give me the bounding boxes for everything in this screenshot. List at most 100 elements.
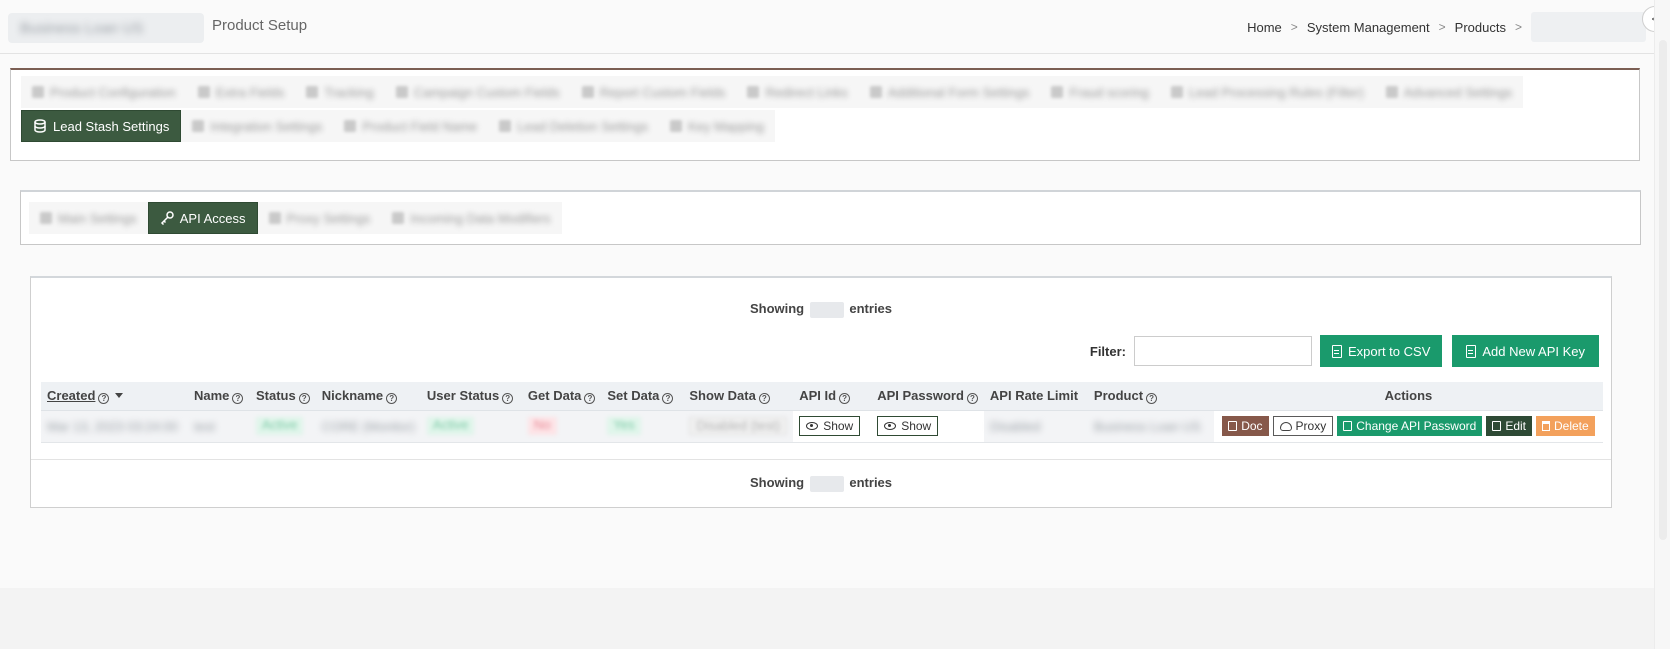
col-api-rate-limit-label: API Rate Limit	[989, 388, 1079, 404]
product-setup-tabs: Product Configuration Extra Fields Trackin…	[10, 68, 1640, 161]
tab-icon	[1170, 86, 1183, 98]
filter-row: Filter: Export to CSV Add New API Key	[1090, 335, 1599, 367]
tab-tracking[interactable]: Tracking	[295, 76, 385, 108]
file-icon	[1332, 344, 1342, 358]
tab-key-mapping[interactable]: Key Mapping	[659, 110, 775, 142]
tab-label: Fraud scoring	[1069, 84, 1149, 100]
help-icon[interactable]: ?	[232, 392, 244, 404]
col-show-data-label: Show Data	[689, 387, 756, 403]
tab-icon	[32, 86, 44, 98]
tab-lead-deletion-settings[interactable]: Lead Deletion Settings	[488, 110, 660, 142]
tab-redirect-links[interactable]: Redirect Links	[736, 76, 859, 108]
col-get-data: Get Data?	[521, 382, 602, 411]
status-badge: Active	[256, 417, 304, 435]
change-api-password-button[interactable]: Change API Password	[1337, 416, 1483, 436]
cell-api-id: Show	[793, 410, 872, 443]
cell-product: Business Loan US	[1087, 410, 1214, 443]
subtab-main-settings[interactable]: Main Settings	[29, 202, 148, 234]
delete-button[interactable]: Delete	[1536, 416, 1595, 436]
tab-lead-processing-rules-filter[interactable]: Lead Processing Rules (Filter)	[1159, 76, 1375, 108]
help-icon[interactable]: ?	[584, 392, 596, 404]
tab-icon	[747, 86, 760, 98]
help-icon[interactable]: ?	[1146, 392, 1158, 404]
add-api-key-button[interactable]: Add New API Key	[1452, 335, 1599, 367]
breadcrumb-home[interactable]: Home	[1247, 20, 1282, 35]
change-api-password-label: Change API Password	[1356, 419, 1477, 433]
help-icon[interactable]: ?	[386, 392, 398, 404]
show-api-password-button[interactable]: Show	[877, 416, 939, 436]
tab-campaign-custom-fields[interactable]: Campaign Custom Fields	[384, 76, 571, 108]
tab-label: Lead Deletion Settings	[517, 118, 649, 134]
showing-prefix: Showing	[749, 475, 805, 490]
tab-report-custom-fields[interactable]: Report Custom Fields	[570, 76, 737, 108]
col-created-label[interactable]: Created	[47, 388, 95, 403]
show-api-id-label: Show	[823, 419, 854, 433]
help-icon[interactable]: ?	[662, 392, 674, 404]
subtab-proxy-settings[interactable]: Proxy Settings	[257, 202, 382, 234]
filter-label: Filter:	[1089, 343, 1126, 359]
tab-additional-form-settings[interactable]: Additional Form Settings	[858, 76, 1041, 108]
page-title: Product Setup	[212, 17, 308, 34]
col-created[interactable]: Created?	[41, 382, 188, 411]
eye-icon	[806, 422, 819, 430]
tab-label: Lead Stash Settings	[53, 118, 170, 134]
page-scrollbar[interactable]	[1654, 0, 1670, 649]
col-nickname-label: Nickname	[321, 387, 384, 403]
card-divider	[31, 459, 1611, 460]
tab-integration-settings[interactable]: Integration Settings	[181, 110, 334, 142]
tab-lead-stash-settings[interactable]: Lead Stash Settings	[21, 110, 182, 142]
table-row: Mar 13, 2023 03:24:00 test Active CORE (…	[41, 410, 1603, 443]
tab-extra-fields[interactable]: Extra Fields	[186, 76, 296, 108]
help-icon[interactable]: ?	[298, 392, 310, 404]
tab-advanced-settings[interactable]: Advanced Settings	[1374, 76, 1524, 108]
breadcrumb-products[interactable]: Products	[1455, 20, 1506, 35]
tab-icon	[344, 120, 357, 132]
created-value: Mar 13, 2023 03:24:00	[47, 418, 178, 434]
edit-icon	[1492, 421, 1502, 431]
breadcrumb-separator: >	[1438, 20, 1446, 34]
api-keys-table: Created? Name? Status? Nickname? User St…	[41, 382, 1603, 443]
breadcrumb-current-blurred	[1531, 12, 1646, 42]
brand-title-text: Business Loan US	[20, 20, 144, 37]
set-data-badge: Yes	[607, 417, 641, 435]
tab-product-configuration[interactable]: Product Configuration	[21, 76, 187, 108]
delete-label: Delete	[1554, 419, 1589, 433]
breadcrumb-system-management[interactable]: System Management	[1307, 20, 1430, 35]
col-nickname: Nickname?	[315, 382, 421, 411]
trash-icon	[1542, 421, 1550, 431]
scroll-thumb[interactable]	[1659, 40, 1667, 540]
help-icon[interactable]: ?	[966, 392, 978, 404]
export-csv-button[interactable]: Export to CSV	[1320, 335, 1443, 367]
filter-input[interactable]	[1134, 336, 1312, 366]
tab-icon	[192, 120, 205, 132]
sort-desc-icon[interactable]	[115, 392, 124, 398]
lead-stash-subtabs: Main Settings API Access Proxy Settings Inc…	[20, 190, 1641, 245]
doc-button[interactable]: Doc	[1222, 416, 1269, 436]
tab-product-field-name[interactable]: Product Field Name	[333, 110, 489, 142]
brand-title: Business Loan US	[8, 13, 204, 43]
show-api-id-button[interactable]: Show	[799, 416, 861, 436]
tab-label: Key Mapping	[688, 118, 764, 134]
breadcrumb: Home > System Management > Products >	[1247, 12, 1646, 42]
help-icon[interactable]: ?	[98, 392, 110, 404]
help-icon[interactable]: ?	[502, 392, 514, 404]
subtab-api-access[interactable]: API Access	[147, 202, 258, 234]
subtab-incoming-data-modifiers[interactable]: Incoming Data Modifiers	[381, 202, 562, 234]
tab-icon	[670, 120, 683, 132]
tab-label: Report Custom Fields	[599, 84, 726, 100]
tab-fraud-scoring[interactable]: Fraud scoring	[1040, 76, 1160, 108]
user-status-badge: Active	[426, 417, 475, 435]
tabs-row-1: Product Configuration Extra Fields Trackin…	[21, 76, 1524, 108]
col-actions-label: Actions	[1384, 388, 1433, 404]
table-header-row: Created? Name? Status? Nickname? User St…	[41, 382, 1603, 411]
proxy-button[interactable]: Proxy	[1272, 416, 1334, 436]
header: Business Loan US Product Setup Home > Sy…	[0, 0, 1654, 54]
cell-api-password: Show	[871, 410, 984, 443]
help-icon[interactable]: ?	[758, 392, 770, 404]
tab-label: Advanced Settings	[1403, 84, 1513, 100]
tab-label: Campaign Custom Fields	[413, 84, 560, 100]
help-icon[interactable]: ?	[839, 392, 851, 404]
showing-range-blurred	[809, 475, 844, 492]
api-keys-card: Showing entries Filter: Export to CSV Ad…	[30, 276, 1612, 508]
edit-button[interactable]: Edit	[1486, 416, 1532, 436]
